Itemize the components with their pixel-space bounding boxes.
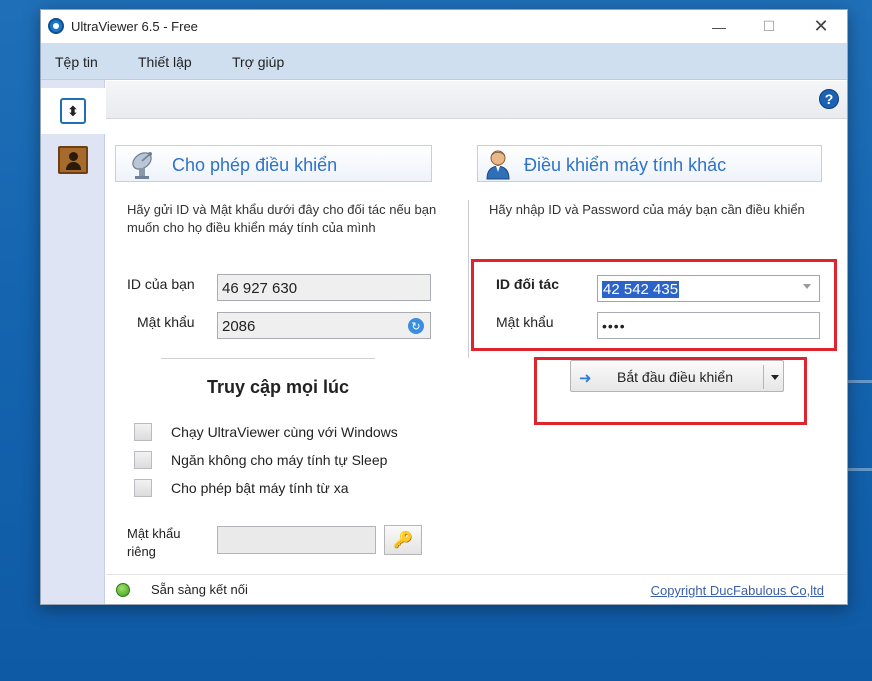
prevent-sleep-label: Ngăn không cho máy tính tự Sleep <box>171 452 388 468</box>
copyright-link[interactable]: Copyright DucFabulous Co,ltd <box>651 583 824 598</box>
unattended-access-title: Truy cập mọi lúc <box>207 377 350 397</box>
your-password-label: Mật khẩu <box>137 314 195 330</box>
app-window: UltraViewer 6.5 - Free — ☐ ✕ Tệp tin Thi… <box>40 9 848 605</box>
sidebar-item-contacts[interactable] <box>41 138 105 182</box>
menu-help[interactable]: Trợ giúp <box>232 54 284 70</box>
annotation-highlight-button <box>534 357 807 425</box>
user-icon <box>486 150 510 180</box>
transfer-icon: ⬍ <box>60 98 86 124</box>
wake-remote-label: Cho phép bật máy tính từ xa <box>171 480 349 496</box>
status-text: Sẵn sàng kết nối <box>151 582 248 597</box>
refresh-password-icon[interactable]: ↻ <box>408 318 424 334</box>
sidebar-footer <box>41 574 105 604</box>
menu-file[interactable]: Tệp tin <box>55 54 98 70</box>
your-id-field[interactable]: 46 927 630 <box>217 274 431 301</box>
set-private-password-button[interactable]: 🔑 <box>384 525 422 555</box>
title-bar: UltraViewer 6.5 - Free — ☐ ✕ <box>41 10 847 43</box>
status-bar: Sẵn sàng kết nối Copyright DucFabulous C… <box>106 574 847 604</box>
status-indicator-icon <box>116 583 130 597</box>
allow-control-title: Cho phép điều khiển <box>172 155 338 175</box>
menu-settings[interactable]: Thiết lập <box>138 54 192 70</box>
panel-toolbar: ? <box>106 81 847 119</box>
maximize-button[interactable]: ☐ <box>743 10 795 43</box>
start-with-windows-label: Chạy UltraViewer cùng với Windows <box>171 424 398 440</box>
minimize-button[interactable]: — <box>693 10 745 43</box>
your-password-field[interactable]: 2086 ↻ <box>217 312 431 339</box>
your-id-label: ID của bạn <box>127 276 195 292</box>
start-with-windows-checkbox[interactable] <box>134 423 152 441</box>
private-password-field[interactable] <box>217 526 376 554</box>
prevent-sleep-checkbox[interactable] <box>134 451 152 469</box>
key-icon: 🔑 <box>393 532 413 549</box>
remote-control-header: Điều khiển máy tính khác <box>477 145 822 182</box>
contacts-icon <box>58 146 88 174</box>
remote-control-description: Hãy nhập ID và Password của máy bạn cần … <box>489 202 805 217</box>
help-icon[interactable]: ? <box>819 89 839 109</box>
sidebar: ⬍ <box>41 80 105 587</box>
close-button[interactable]: ✕ <box>795 10 847 43</box>
section-divider <box>468 200 469 358</box>
allow-control-description: Hãy gửi ID và Mật khẩu dưới đây cho đối … <box>127 202 437 235</box>
your-password-value: 2086 <box>222 318 256 335</box>
horizontal-divider <box>161 358 375 359</box>
annotation-highlight-fields <box>471 259 837 351</box>
ultraviewer-logo-icon <box>48 18 64 34</box>
remote-control-title: Điều khiển máy tính khác <box>524 155 727 175</box>
menu-bar: Tệp tin Thiết lập Trợ giúp <box>41 43 847 80</box>
sidebar-item-remote[interactable]: ⬍ <box>41 88 105 134</box>
allow-control-header: Cho phép điều khiển <box>115 145 432 182</box>
wake-remote-checkbox[interactable] <box>134 479 152 497</box>
satellite-dish-icon <box>132 152 152 179</box>
window-title: UltraViewer 6.5 - Free <box>71 19 198 34</box>
private-password-label: Mật khẩu riêng <box>127 526 181 559</box>
